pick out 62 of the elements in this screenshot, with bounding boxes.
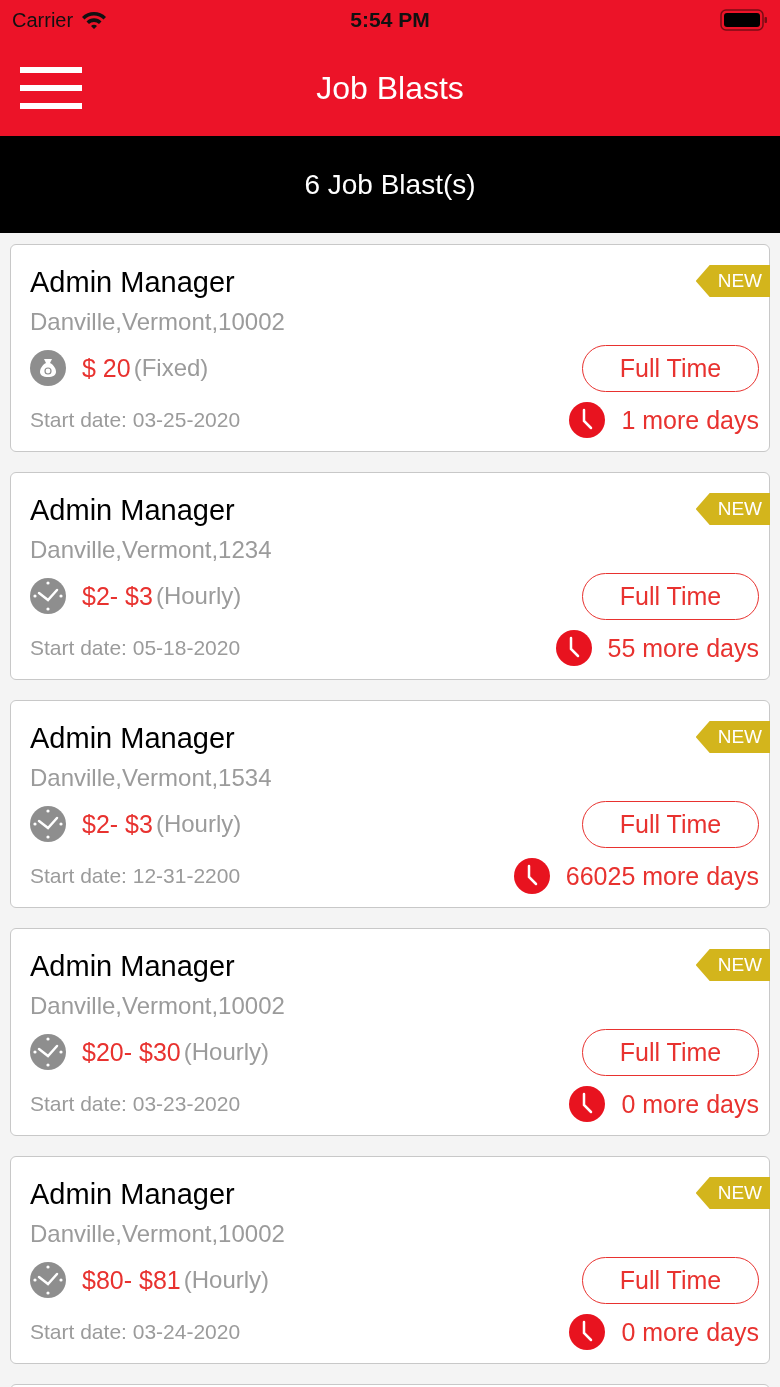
start-date: Start date: 05-18-2020 <box>30 636 241 660</box>
days-remaining: 66025 more days <box>565 861 759 891</box>
new-badge: NEW <box>695 721 770 753</box>
wifi-icon <box>81 10 108 30</box>
start-date: Start date: 12-31-2200 <box>30 864 241 888</box>
days-remaining: 0 more days <box>621 1317 759 1347</box>
job-type-button[interactable]: Full Time <box>582 1028 759 1076</box>
job-type-button[interactable]: Full Time <box>582 572 759 620</box>
pay-unit: (Hourly) <box>155 582 242 610</box>
job-type-button[interactable]: Full Time <box>582 344 759 392</box>
clock-icon <box>30 806 66 842</box>
job-location: Danville,Vermont,10002 <box>30 307 285 337</box>
days-remaining: 55 more days <box>607 633 759 663</box>
job-title: Admin Manager <box>30 265 235 300</box>
clock-icon <box>30 1262 66 1298</box>
pay-unit: (Hourly) <box>183 1038 270 1066</box>
clock-icon <box>555 630 592 666</box>
start-date: Start date: 03-25-2020 <box>30 408 241 432</box>
pay-unit: (Hourly) <box>155 810 242 838</box>
job-card[interactable]: Admin Manager NEW Danville,Vermont,1534 $2- $3(Hourly) Full Time Start date: 12-31-2200 66025 more days <box>10 700 770 908</box>
carrier-name: Carrier <box>12 8 74 32</box>
job-title: Admin Manager <box>30 949 235 984</box>
job-card[interactable]: Admin Manager NEW Danville,Vermont,10002 $20- $30(Hourly) Full Time Start date: 03-23-2020 0 more days <box>10 928 770 1136</box>
days-remaining: 0 more days <box>621 1089 759 1119</box>
clock-icon <box>30 1034 66 1070</box>
job-type-button[interactable]: Full Time <box>582 800 759 848</box>
job-location: Danville,Vermont,10002 <box>30 1219 285 1249</box>
job-location: Danville,Vermont,10002 <box>30 991 285 1021</box>
clock-icon <box>569 402 606 438</box>
pay-amount: $20- $30 <box>82 1037 181 1067</box>
screen-title: Job Blasts <box>316 69 464 107</box>
job-title: Admin Manager <box>30 721 235 756</box>
job-type-button[interactable]: Full Time <box>582 1256 759 1304</box>
job-title: Admin Manager <box>30 1177 235 1212</box>
job-card[interactable]: Admin Manager NEW Danville,Vermont,10002 $ 20(Fixed) Full Time Start date: 03-25-2020 1 more days <box>10 244 770 452</box>
pay-unit: (Hourly) <box>183 1266 270 1294</box>
job-count: 6 Job Blast(s) <box>304 168 476 201</box>
pay-unit: (Fixed) <box>133 354 209 382</box>
clock-icon <box>30 578 66 614</box>
pay-amount: $2- $3 <box>82 809 153 839</box>
menu-button[interactable] <box>20 67 82 109</box>
status-time: 5:54 PM <box>350 8 430 32</box>
start-date: Start date: 03-24-2020 <box>30 1320 241 1344</box>
pay-amount: $ 20 <box>82 353 131 383</box>
days-remaining: 1 more days <box>621 405 759 435</box>
job-location: Danville,Vermont,1234 <box>30 535 272 565</box>
new-badge: NEW <box>695 1177 770 1209</box>
battery-icon <box>720 9 768 31</box>
clock-icon <box>569 1314 606 1350</box>
job-title: Admin Manager <box>30 493 235 528</box>
start-date: Start date: 03-23-2020 <box>30 1092 241 1116</box>
new-badge: NEW <box>695 265 770 297</box>
pay-amount: $2- $3 <box>82 581 153 611</box>
clock-icon <box>513 858 550 894</box>
job-location: Danville,Vermont,1534 <box>30 763 272 793</box>
job-card[interactable]: Admin Manager NEW Danville,Vermont,10002 $80- $81(Hourly) Full Time Start date: 03-24-2020 0 more days <box>10 1156 770 1364</box>
new-badge: NEW <box>695 493 770 525</box>
money-bag-icon <box>30 350 66 386</box>
pay-amount: $80- $81 <box>82 1265 181 1295</box>
new-badge: NEW <box>695 949 770 981</box>
job-card[interactable]: Admin Manager NEW Danville,Vermont,1234 $2- $3(Hourly) Full Time Start date: 05-18-2020 55 more days <box>10 472 770 680</box>
clock-icon <box>569 1086 606 1122</box>
